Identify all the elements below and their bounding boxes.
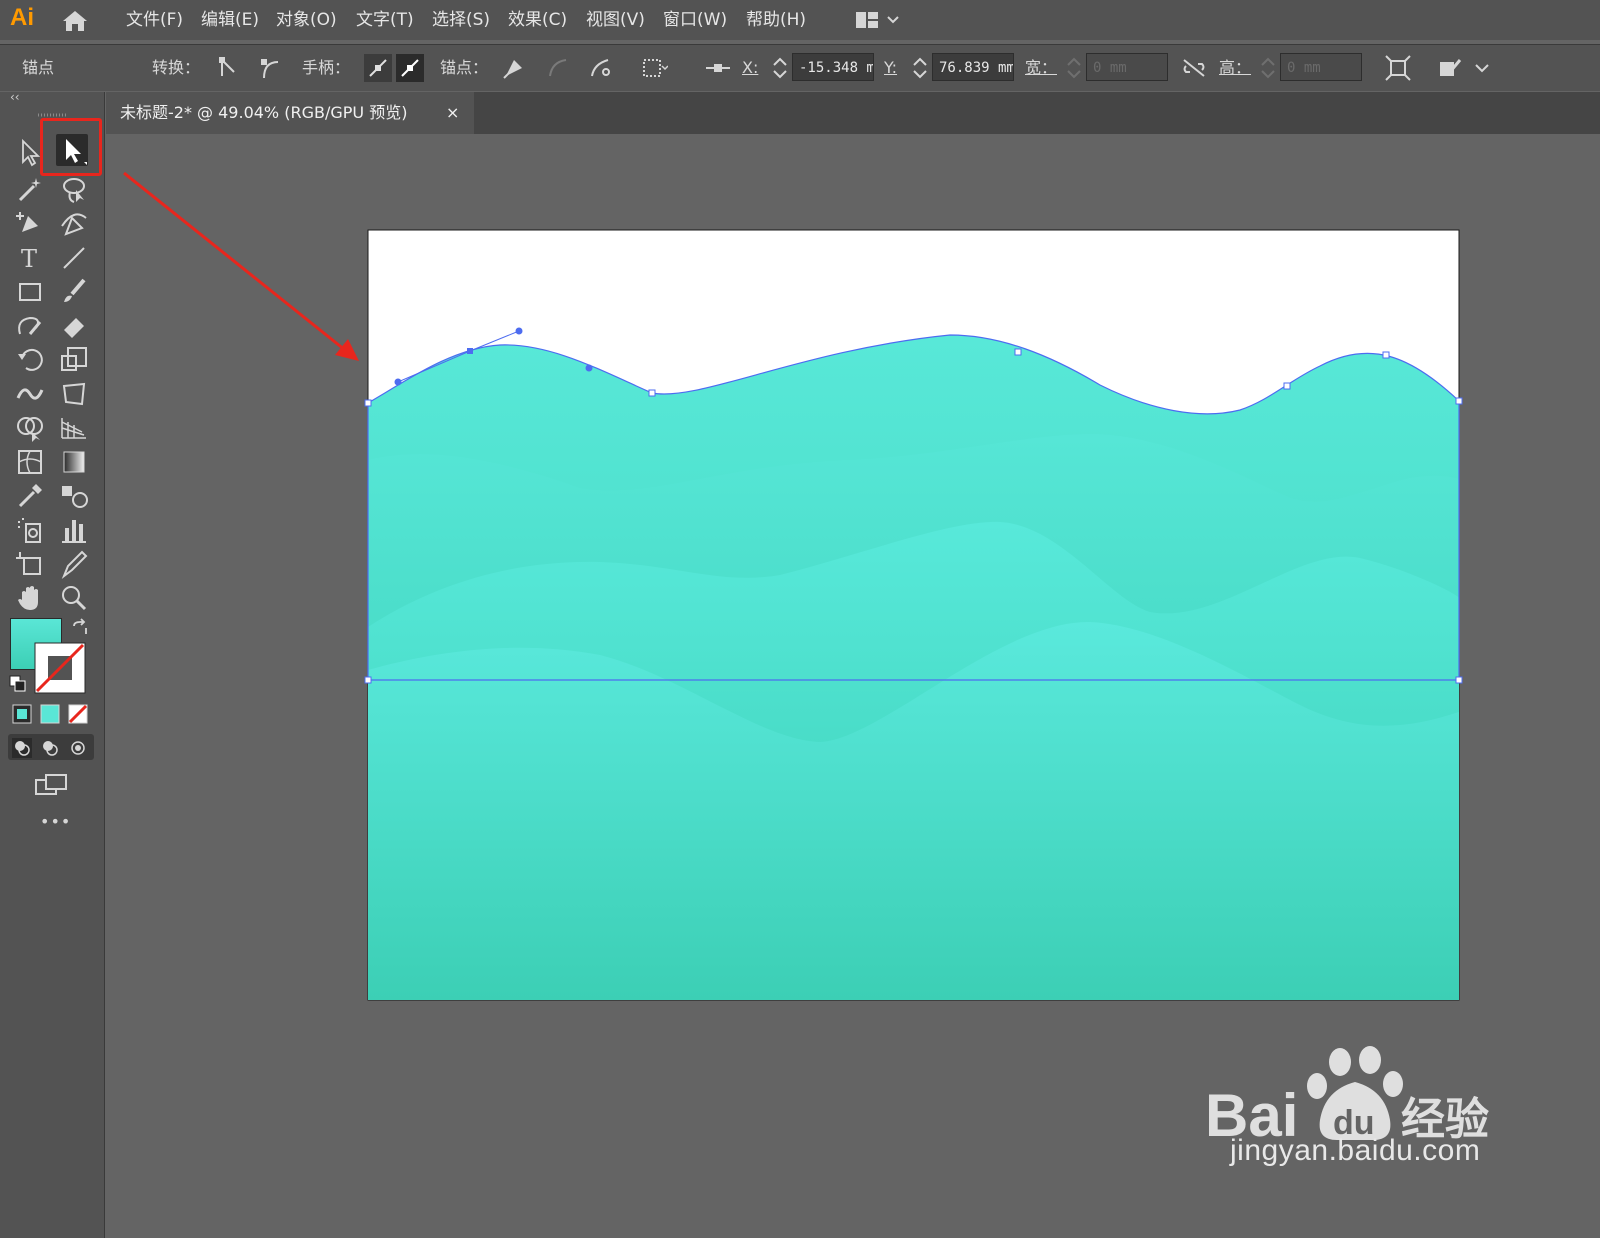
gradient-mode-icon[interactable] <box>40 704 60 724</box>
x-input[interactable]: -15.348 m <box>792 53 874 81</box>
convert-to-corner-icon[interactable] <box>214 54 242 82</box>
stroke-none-swatch[interactable] <box>34 642 86 694</box>
none-mode-icon[interactable] <box>68 704 88 724</box>
tools-panel: ‹‹ T ••• <box>0 90 105 1238</box>
menu-help[interactable]: 帮助(H) <box>746 0 806 40</box>
chevron-down-icon[interactable] <box>1472 54 1492 82</box>
y-stepper-icon[interactable] <box>910 54 930 82</box>
direct-selection-tool-icon[interactable] <box>56 134 88 166</box>
anchors-label: 锚点： <box>440 58 489 77</box>
isolate-object-icon[interactable] <box>1436 54 1464 82</box>
swap-fill-stroke-icon[interactable] <box>70 618 90 638</box>
zoom-tool-icon[interactable] <box>58 582 90 614</box>
control-bar-anchor-title: 锚点 <box>22 58 55 77</box>
menu-effect[interactable]: 效果(C) <box>508 0 567 40</box>
menu-window[interactable]: 窗口(W) <box>663 0 727 40</box>
paintbrush-tool-icon[interactable] <box>58 276 90 308</box>
color-mode-icon[interactable] <box>12 704 32 724</box>
align-icon[interactable] <box>704 54 732 82</box>
constrain-proportions-icon[interactable] <box>1180 54 1208 82</box>
gradient-tool-icon[interactable] <box>58 446 90 478</box>
remove-anchor-icon[interactable] <box>500 54 528 82</box>
blend-tool-icon[interactable] <box>58 480 90 512</box>
rotate-tool-icon[interactable] <box>14 344 46 376</box>
menu-file[interactable]: 文件(F) <box>126 0 183 40</box>
connect-endpoints-icon[interactable] <box>544 54 572 82</box>
document-tab-title: 未标题-2* @ 49.04% (RGB/GPU 预览) <box>120 103 408 122</box>
menu-object[interactable]: 对象(O) <box>276 0 337 40</box>
selection-tool-icon[interactable] <box>14 136 46 168</box>
watermark-site: jingyan.baidu.com <box>1230 1134 1481 1167</box>
selection-path[interactable] <box>364 327 1463 684</box>
y-input[interactable]: 76.839 mm <box>932 53 1014 81</box>
baidu-watermark-logo: Bai du 经验 <box>1205 1046 1489 1149</box>
hide-handles-icon[interactable] <box>396 54 424 82</box>
artboard-tool-icon[interactable] <box>14 548 46 580</box>
line-segment-tool-icon[interactable] <box>58 242 90 274</box>
shaper-tool-icon[interactable] <box>14 310 46 342</box>
app-logo: Ai <box>10 4 34 31</box>
wave-layer-3 <box>368 521 1459 1000</box>
perspective-grid-tool-icon[interactable] <box>58 412 90 444</box>
menu-edit[interactable]: 编辑(E) <box>201 0 259 40</box>
height-input[interactable]: 0 mm <box>1280 53 1362 81</box>
scale-tool-icon[interactable] <box>58 344 90 376</box>
draw-inside-icon[interactable] <box>68 738 88 758</box>
width-tool-icon[interactable] <box>14 378 46 410</box>
slice-tool-icon[interactable] <box>58 548 90 580</box>
wave-layer-4 <box>368 621 1459 1000</box>
magic-wand-tool-icon[interactable] <box>14 174 46 206</box>
pen-tool-icon[interactable] <box>14 208 46 240</box>
artboard <box>367 229 1460 1001</box>
x-stepper-icon[interactable] <box>770 54 790 82</box>
menu-view[interactable]: 视图(V) <box>586 0 645 40</box>
home-icon[interactable] <box>60 8 90 34</box>
document-tab-bar: 未标题-2* @ 49.04% (RGB/GPU 预览) × <box>106 92 1600 134</box>
wave-layer-top <box>368 335 1459 1000</box>
collapse-panel-button[interactable]: ‹‹ <box>10 90 20 104</box>
menu-select[interactable]: 选择(S) <box>432 0 490 40</box>
width-input[interactable]: 0 mm <box>1086 53 1168 81</box>
symbol-sprayer-tool-icon[interactable] <box>14 514 46 546</box>
draw-behind-icon[interactable] <box>40 738 60 758</box>
x-label: X: <box>742 58 759 77</box>
transform-icon[interactable] <box>1384 54 1412 82</box>
close-tab-button[interactable]: × <box>446 92 459 134</box>
eraser-tool-icon[interactable] <box>58 310 90 342</box>
workspace-switcher-icon[interactable] <box>852 8 912 32</box>
type-tool-icon[interactable]: T <box>14 242 46 274</box>
hand-tool-icon[interactable] <box>14 582 46 614</box>
cut-path-icon[interactable] <box>588 54 616 82</box>
draw-normal-icon[interactable] <box>12 738 32 758</box>
show-handles-icon[interactable] <box>364 54 392 82</box>
y-label: Y: <box>884 58 898 77</box>
height-stepper-icon[interactable] <box>1258 54 1278 82</box>
menu-type[interactable]: 文字(T) <box>356 0 414 40</box>
convert-label: 转换： <box>152 58 201 77</box>
curvature-tool-icon[interactable] <box>58 208 90 240</box>
default-fill-stroke-icon[interactable] <box>8 674 28 694</box>
mesh-tool-icon[interactable] <box>14 446 46 478</box>
free-transform-tool-icon[interactable] <box>58 378 90 410</box>
width-stepper-icon[interactable] <box>1064 54 1084 82</box>
eyedropper-tool-icon[interactable] <box>14 480 46 512</box>
control-bar: 锚点 转换： 手柄： 锚点： X: -15.348 m Y: 76.839 mm… <box>0 44 1600 91</box>
document-tab[interactable]: 未标题-2* @ 49.04% (RGB/GPU 预览) × <box>106 92 474 134</box>
handles-label: 手柄： <box>302 58 351 77</box>
wave-layer-2 <box>368 434 1459 1000</box>
column-graph-tool-icon[interactable] <box>58 514 90 546</box>
menu-bar: Ai 文件(F) 编辑(E) 对象(O) 文字(T) 选择(S) 效果(C) 视… <box>0 0 1600 40</box>
width-label: 宽： <box>1025 58 1058 77</box>
more-tools-button[interactable]: ••• <box>40 812 71 831</box>
height-label: 高： <box>1219 58 1252 77</box>
red-arrow-annotation <box>123 171 359 361</box>
screen-mode-icon[interactable] <box>34 772 70 800</box>
rectangle-tool-icon[interactable] <box>14 276 46 308</box>
select-similar-icon[interactable] <box>640 54 668 82</box>
convert-to-smooth-icon[interactable] <box>256 54 284 82</box>
lasso-tool-icon[interactable] <box>58 174 90 206</box>
svg-text:T: T <box>21 245 37 273</box>
shape-builder-tool-icon[interactable] <box>14 412 46 444</box>
